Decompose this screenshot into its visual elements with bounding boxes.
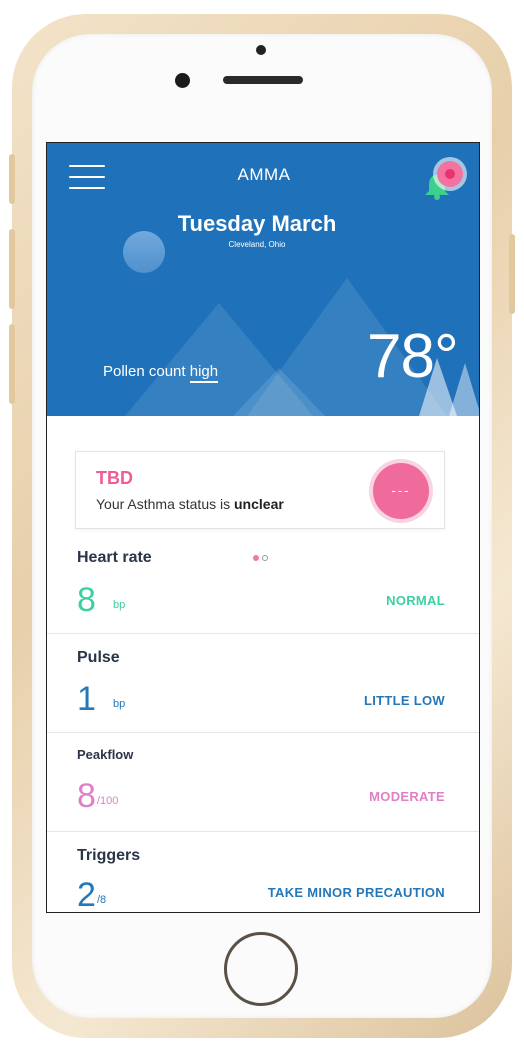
volume-down-button — [9, 324, 15, 404]
earpiece-speaker — [223, 76, 303, 84]
metric-label: Pulse — [77, 649, 120, 666]
metric-status: TAKE MINOR PRECAUTION — [267, 885, 445, 900]
volume-up-button — [9, 229, 15, 309]
metric-status: MODERATE — [369, 789, 445, 804]
home-button[interactable] — [224, 932, 298, 1006]
metric-peakflow[interactable]: Peakflow 8 /100 MODERATE — [47, 733, 479, 832]
proximity-sensor — [256, 45, 266, 55]
metric-unit: bp — [113, 698, 126, 710]
weather-header: AMMA Tuesday March Cleveland, Ohio Polle… — [47, 143, 479, 416]
app-screen: AMMA Tuesday March Cleveland, Ohio Polle… — [46, 142, 480, 913]
metric-unit: /8 — [97, 894, 107, 906]
metric-triggers[interactable]: Triggers 2 /8 TAKE MINOR PRECAUTION — [47, 832, 479, 913]
front-camera — [175, 73, 190, 88]
pollen-level[interactable]: high — [189, 363, 219, 383]
status-card-title: TBD — [96, 468, 133, 488]
metric-label: Heart rate — [77, 549, 152, 566]
pollen-count: Pollen count high — [103, 363, 219, 383]
metric-value: 8 — [77, 581, 96, 619]
metric-heart-rate[interactable]: Heart rate 8 bp NORMAL — [47, 533, 479, 634]
metric-value: 1 — [77, 680, 96, 718]
pollen-label: Pollen count — [103, 363, 186, 380]
metric-label: Peakflow — [77, 747, 134, 762]
power-button — [509, 234, 515, 314]
date-title: Tuesday March — [177, 211, 337, 236]
metric-unit: /100 — [97, 795, 119, 807]
status-text-prefix: Your Asthma status is — [96, 496, 231, 512]
status-text-value: unclear — [234, 496, 284, 512]
asthma-status-card[interactable]: TBD Your Asthma status is unclear --- — [75, 451, 445, 529]
mute-switch — [9, 154, 15, 204]
metric-status: NORMAL — [386, 593, 445, 608]
notification-badge[interactable] — [437, 161, 463, 187]
app-title: AMMA — [237, 165, 291, 184]
metric-pulse[interactable]: Pulse 1 bp LITTLE LOW — [47, 634, 479, 733]
metric-label: Triggers — [77, 847, 141, 864]
location-label: Cleveland, Ohio — [228, 240, 286, 249]
temperature: 78° — [367, 322, 459, 391]
status-indicator[interactable]: --- — [373, 463, 429, 519]
metric-unit: bp — [113, 599, 126, 611]
status-card-text: Your Asthma status is unclear — [96, 496, 284, 512]
metric-value: 2 — [77, 876, 96, 913]
metric-status: LITTLE LOW — [364, 693, 445, 708]
metric-value: 8 — [77, 777, 96, 815]
